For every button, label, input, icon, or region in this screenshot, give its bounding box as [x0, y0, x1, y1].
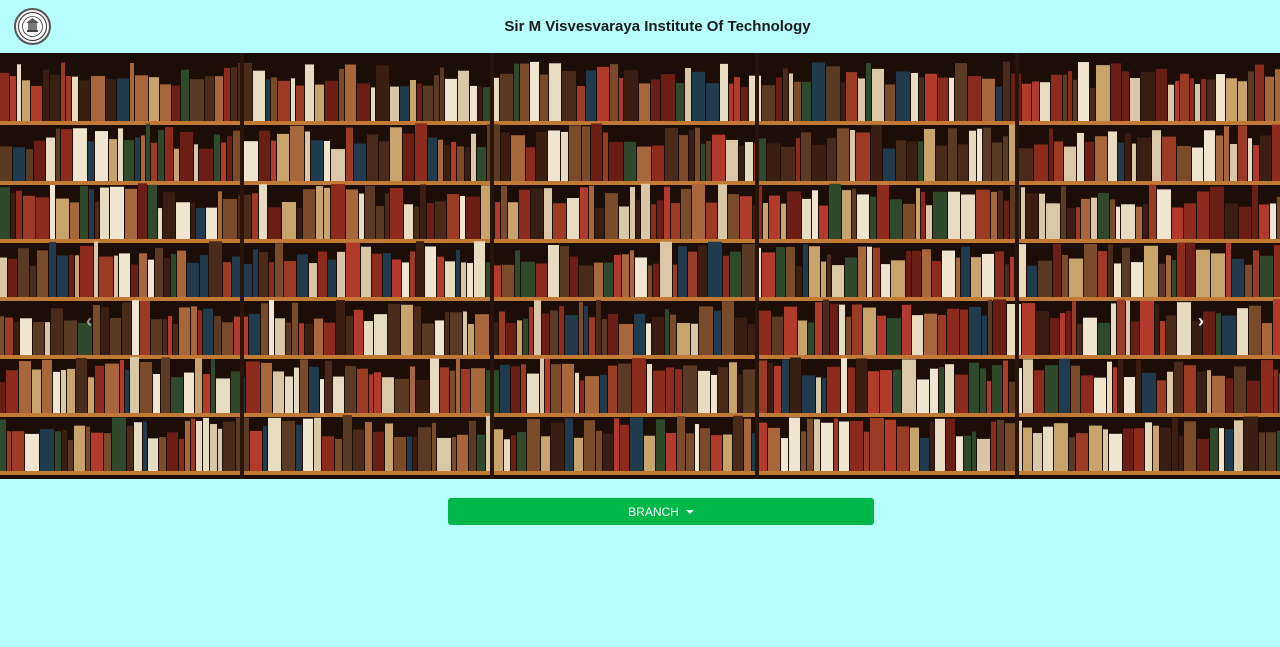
branch-dropdown-button[interactable]: BRANCH	[448, 498, 874, 525]
page-title: Sir M Visvesvaraya Institute Of Technolo…	[504, 18, 811, 35]
image-carousel: ‹ ›	[0, 53, 1280, 479]
caret-down-icon	[685, 509, 694, 514]
chevron-right-icon[interactable]: ›	[1191, 307, 1211, 335]
branch-dropdown-label: BRANCH	[628, 504, 679, 519]
site-header: Sir M Visvesvaraya Institute Of Technolo…	[0, 0, 1280, 53]
bookshelf-image	[0, 53, 1280, 479]
chevron-left-icon[interactable]: ‹	[79, 307, 99, 335]
